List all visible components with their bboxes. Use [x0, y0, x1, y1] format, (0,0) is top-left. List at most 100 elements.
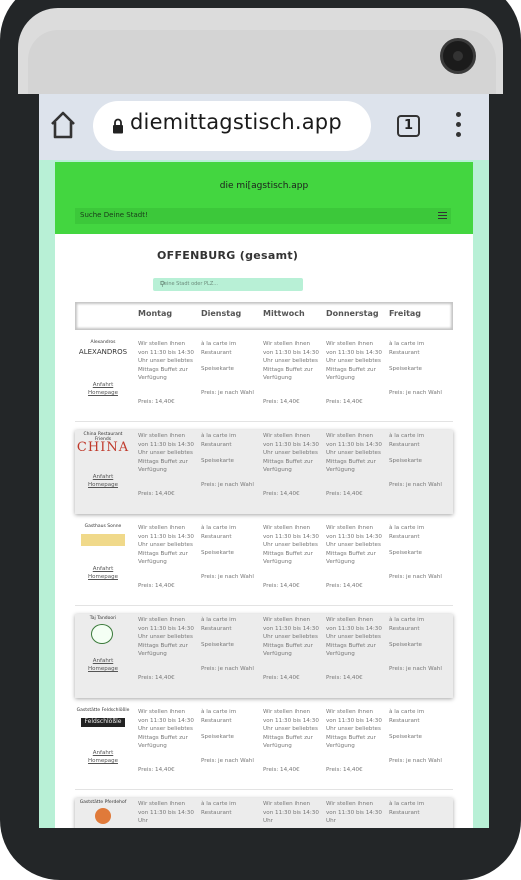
- menu-cell: Wir stellen ihnen von 11:30 bis 14:30 Uh…: [326, 616, 384, 696]
- restaurant-logo[interactable]: Feldschlößle: [81, 718, 125, 727]
- hamburger-menu-icon[interactable]: [438, 212, 447, 219]
- menu-link[interactable]: Speisekarte: [201, 549, 261, 558]
- menu-link[interactable]: Speisekarte: [389, 457, 449, 466]
- menu-cell: Wir stellen ihnen von 11:30 bis 14:30 Uh…: [263, 616, 321, 696]
- phone-mockup: diemittagstisch.app 1 die mi[agstisch.ap…: [0, 0, 521, 880]
- menu-description: à la carte im Restaurant: [201, 709, 237, 724]
- homepage-link[interactable]: Homepage: [75, 758, 131, 764]
- menu-cell: Wir stellen ihnen von 11:30 bis 14:30 Uh…: [263, 340, 321, 420]
- menu-description: à la carte im Restaurant: [389, 433, 425, 448]
- price: Preis: 14,40€: [326, 399, 363, 405]
- directions-link[interactable]: Anfahrt: [75, 382, 131, 388]
- menu-description: Wir stellen ihnen von 11:30 bis 14:30 Uh…: [138, 341, 194, 381]
- menu-description: Wir stellen ihnen von 11:30 bis 14:30 Uh…: [326, 525, 382, 565]
- restaurant-name: Gasthaus Sonne: [84, 524, 122, 529]
- price: Preis: 14,40€: [138, 675, 175, 681]
- menu-cell: Wir stellen ihnen von 11:30 bis 14:30 Uh…: [263, 708, 321, 788]
- phone-speaker-area: [28, 30, 496, 94]
- menu-description: Wir stellen ihnen von 11:30 bis 14:30 Uh…: [138, 433, 194, 473]
- menu-cell: Wir stellen ihnen von 11:30 bis 14:30 Uh…: [138, 524, 196, 604]
- menu-description: Wir stellen ihnen von 11:30 bis 14:30 Uh…: [326, 341, 382, 381]
- menu-description: à la carte im Restaurant: [201, 525, 237, 540]
- web-page: die mi[agstisch.app Suche Deine Stadt! O…: [55, 162, 473, 828]
- price: Preis: 14,40€: [326, 767, 363, 773]
- menu-description: Wir stellen ihnen von 11:30 bis 14:30 Uh…: [263, 617, 319, 657]
- menu-cell: Wir stellen ihnen von 11:30 bis 14:30 Uh…: [138, 800, 196, 828]
- directions-link[interactable]: Anfahrt: [75, 750, 131, 756]
- table-row: China Restaurant Friends CHINA Anfahrt Home…: [75, 430, 453, 514]
- menu-cell: à la carte im Restaurant: [389, 800, 447, 828]
- menu-cell: à la carte im Restaurant Speisekarte Preis…: [201, 616, 259, 696]
- price: Preis: je nach Wahl: [389, 390, 442, 396]
- menu-description: à la carte im Restaurant: [201, 617, 237, 632]
- homepage-link[interactable]: Homepage: [75, 482, 131, 488]
- price: Preis: je nach Wahl: [201, 758, 254, 764]
- menu-cell: Wir stellen ihnen von 11:30 bis 14:30 Uh…: [326, 524, 384, 604]
- restaurant-name: Alexandros: [90, 340, 116, 345]
- address-bar[interactable]: diemittagstisch.app: [93, 101, 371, 151]
- menu-description: Wir stellen ihnen von 11:30 bis 14:30 Uh…: [138, 525, 194, 565]
- directions-link[interactable]: Anfahrt: [75, 566, 131, 572]
- more-options-icon[interactable]: [455, 112, 463, 140]
- tab-switcher-button[interactable]: 1: [397, 115, 420, 137]
- menu-link[interactable]: Speisekarte: [201, 733, 261, 742]
- menu-cell: Wir stellen ihnen von 11:30 bis 14:30 Uh…: [138, 616, 196, 696]
- menu-cell: Wir stellen ihnen von 11:30 bis 14:30 Uh…: [326, 800, 384, 828]
- price: Preis: je nach Wahl: [389, 758, 442, 764]
- home-icon[interactable]: [49, 110, 77, 140]
- menu-cell: à la carte im Restaurant Speisekarte Preis…: [201, 524, 259, 604]
- search-icon[interactable]: ⚲: [160, 280, 299, 288]
- menu-cell: Wir stellen ihnen von 11:30 bis 14:30 Uh…: [326, 340, 384, 420]
- city-search-bar[interactable]: Suche Deine Stadt!: [75, 208, 451, 224]
- menu-link[interactable]: Speisekarte: [389, 733, 449, 742]
- menu-cell: à la carte im Restaurant Speisekarte Preis…: [201, 340, 259, 420]
- menu-description: Wir stellen ihnen von 11:30 bis 14:30 Uh…: [263, 709, 319, 749]
- restaurant-logo[interactable]: [91, 624, 113, 644]
- restaurant-logo[interactable]: CHINA: [75, 440, 131, 456]
- menu-link[interactable]: Speisekarte: [389, 641, 449, 650]
- price: Preis: je nach Wahl: [389, 574, 442, 580]
- menu-link[interactable]: Speisekarte: [201, 641, 261, 650]
- price: Preis: 14,40€: [263, 491, 300, 497]
- homepage-link[interactable]: Homepage: [75, 574, 131, 580]
- menu-cell: à la carte im Restaurant Speisekarte Preis…: [201, 432, 259, 512]
- menu-cell: Wir stellen ihnen von 11:30 bis 14:30 Uh…: [326, 708, 384, 788]
- restaurant-logo[interactable]: [81, 534, 125, 546]
- menu-cell: Wir stellen ihnen von 11:30 bis 14:30 Uh…: [263, 432, 321, 512]
- search-input[interactable]: Deine Stadt oder PLZ... ⚲: [153, 278, 303, 291]
- restaurant-name: Taj Tandoori: [89, 616, 117, 621]
- price: Preis: je nach Wahl: [201, 482, 254, 488]
- menu-description: Wir stellen ihnen von 11:30 bis 14:30 Uh…: [326, 433, 382, 473]
- homepage-link[interactable]: Homepage: [75, 390, 131, 396]
- menu-cell: Wir stellen ihnen von 11:30 bis 14:30 Uh…: [263, 524, 321, 604]
- menu-description: Wir stellen ihnen von 11:30 bis 14:30 Uh…: [263, 801, 319, 824]
- directions-link[interactable]: Anfahrt: [75, 474, 131, 480]
- menu-cell: à la carte im Restaurant Speisekarte Preis…: [201, 708, 259, 788]
- menu-description: Wir stellen ihnen von 11:30 bis 14:30 Uh…: [326, 801, 382, 824]
- menu-link[interactable]: Speisekarte: [201, 365, 261, 374]
- homepage-link[interactable]: Homepage: [75, 666, 131, 672]
- menu-description: à la carte im Restaurant: [389, 341, 425, 356]
- restaurant-logo[interactable]: [95, 808, 111, 824]
- page-title: OFFENBURG (gesamt): [157, 249, 299, 262]
- site-header: die mi[agstisch.app Suche Deine Stadt!: [55, 162, 473, 234]
- menu-link[interactable]: Speisekarte: [389, 549, 449, 558]
- price: Preis: 14,40€: [326, 675, 363, 681]
- site-logo[interactable]: die mi[agstisch.app: [55, 181, 473, 191]
- menu-description: Wir stellen ihnen von 11:30 bis 14:30 Uh…: [263, 525, 319, 565]
- menu-link[interactable]: Speisekarte: [389, 365, 449, 374]
- menu-link[interactable]: Speisekarte: [201, 457, 261, 466]
- restaurant-logo[interactable]: ALEXANDROS: [75, 348, 131, 364]
- url-text: diemittagstisch.app: [130, 110, 342, 134]
- table-header: Montag Dienstag Mittwoch Donnerstag Frei…: [75, 302, 453, 330]
- menu-description: Wir stellen ihnen von 11:30 bis 14:30 Uh…: [263, 341, 319, 381]
- table-row: Gaststätte Feldschlößle Feldschlößle Anfah…: [75, 706, 453, 790]
- restaurant-name: Gaststätte Pferdehof: [79, 800, 127, 805]
- menu-description: à la carte im Restaurant: [201, 341, 237, 356]
- menu-description: Wir stellen ihnen von 11:30 bis 14:30 Uh…: [138, 617, 194, 657]
- directions-link[interactable]: Anfahrt: [75, 658, 131, 664]
- menu-cell: à la carte im Restaurant Speisekarte Preis…: [389, 432, 447, 512]
- price: Preis: je nach Wahl: [389, 482, 442, 488]
- column-header: Mittwoch: [263, 309, 305, 318]
- menu-cell: à la carte im Restaurant Speisekarte Preis…: [389, 340, 447, 420]
